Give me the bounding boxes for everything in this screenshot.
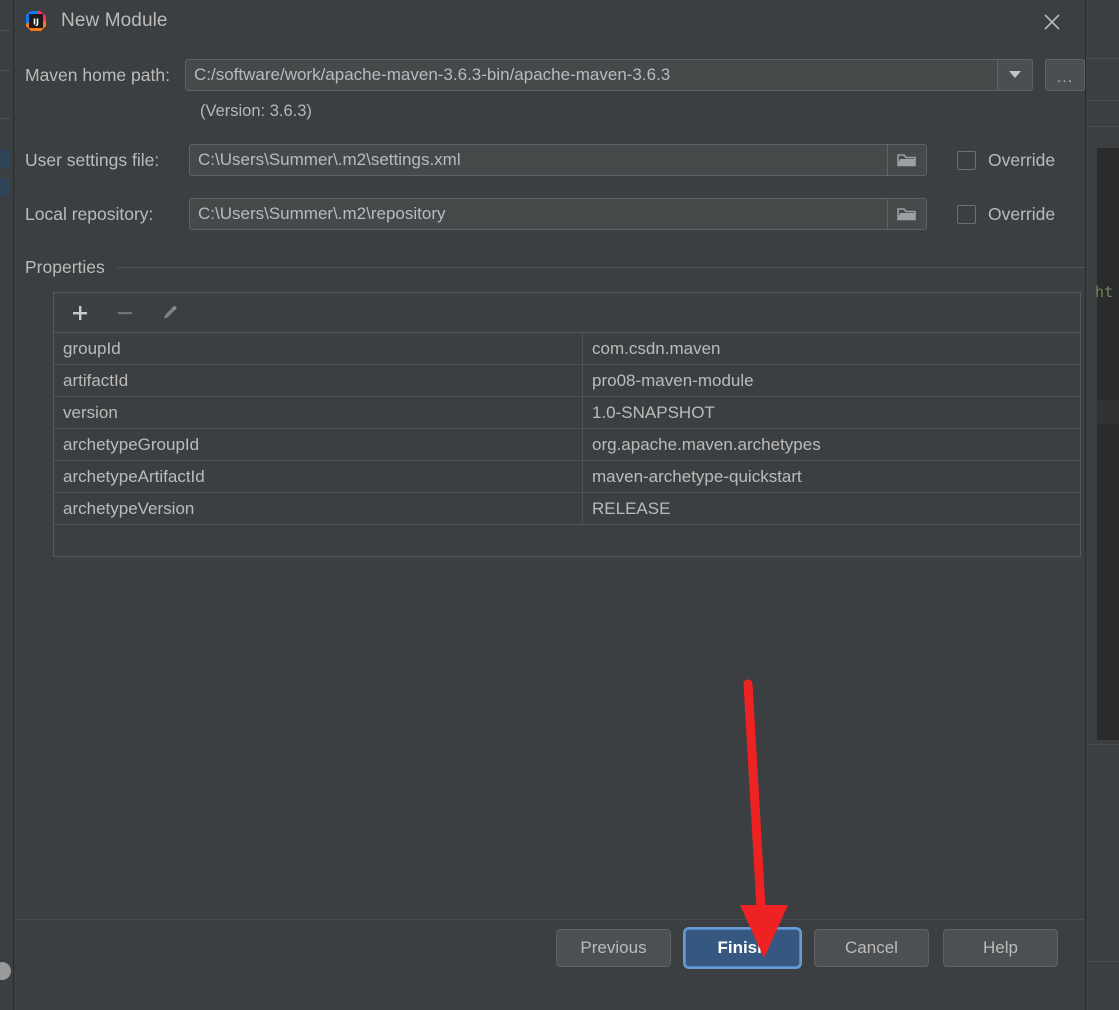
properties-table: groupId com.csdn.maven artifactId pro08-…: [54, 333, 1080, 556]
properties-section-title: Properties: [25, 257, 105, 277]
ide-left-divider-1: [1, 30, 10, 31]
user-settings-override-toggle[interactable]: Override: [957, 150, 1055, 171]
svg-text:IJ: IJ: [33, 17, 39, 26]
property-key[interactable]: archetypeArtifactId: [54, 460, 583, 493]
local-repository-row: Local repository: C:\Users\Summer\.m2\re…: [14, 198, 1085, 230]
folder-icon[interactable]: [887, 199, 926, 229]
maven-home-path-input[interactable]: C:/software/work/apache-maven-3.6.3-bin/…: [185, 59, 998, 91]
property-key[interactable]: version: [54, 396, 583, 429]
property-value[interactable]: 1.0-SNAPSHOT: [582, 396, 1080, 429]
minus-icon: [112, 300, 138, 326]
maven-version-note: (Version: 3.6.3): [200, 102, 312, 120]
user-settings-file-value: C:\Users\Summer\.m2\settings.xml: [198, 150, 461, 169]
local-repository-override-label: Override: [988, 203, 1056, 224]
ide-right-divider-3: [1085, 126, 1119, 127]
table-row[interactable]: archetypeArtifactId maven-archetype-quic…: [54, 460, 1080, 493]
ide-left-tab-1[interactable]: [0, 150, 10, 168]
close-icon[interactable]: [1039, 9, 1065, 35]
local-repository-override-checkbox[interactable]: [957, 204, 976, 224]
table-row[interactable]: archetypeGroupId org.apache.maven.archet…: [54, 428, 1080, 461]
pencil-icon: [157, 300, 183, 326]
chevron-down-icon[interactable]: [998, 59, 1033, 91]
help-button[interactable]: Help: [943, 929, 1058, 967]
property-value[interactable]: RELEASE: [582, 492, 1080, 525]
ide-right-divider-4: [1085, 744, 1119, 745]
new-module-dialog: IJ New Module Maven home path: C:/softwa…: [14, 0, 1085, 1010]
cancel-button[interactable]: Cancel: [814, 929, 929, 967]
table-row[interactable]: archetypeVersion RELEASE: [54, 492, 1080, 525]
dialog-title-bar: IJ New Module: [14, 0, 1085, 41]
previous-button[interactable]: Previous: [556, 929, 671, 967]
folder-icon[interactable]: [887, 145, 926, 175]
ide-editor-highlight-line: [1097, 400, 1119, 424]
properties-table-body: groupId com.csdn.maven artifactId pro08-…: [54, 333, 1080, 556]
properties-toolbar: [54, 293, 1080, 333]
ide-left-divider-3: [1, 118, 10, 119]
ide-code-text: ht: [1095, 283, 1114, 301]
local-repository-override-toggle[interactable]: Override: [957, 204, 1055, 225]
ide-left-toolwindow-strip: [0, 0, 15, 1010]
user-settings-override-checkbox[interactable]: [957, 150, 976, 170]
ide-bottom-strip: [1085, 961, 1119, 1010]
properties-panel: groupId com.csdn.maven artifactId pro08-…: [53, 292, 1081, 557]
ide-right-divider-1: [1085, 58, 1119, 59]
ide-right-panel: ht: [1085, 0, 1119, 1010]
ide-editor-background: [1097, 148, 1119, 740]
property-value[interactable]: com.csdn.maven: [582, 333, 1080, 365]
ide-left-tab-2[interactable]: [0, 178, 10, 196]
maven-home-path-label: Maven home path:: [25, 64, 170, 85]
table-empty-area: [54, 525, 1080, 557]
plus-icon[interactable]: [67, 300, 93, 326]
intellij-idea-logo-icon: IJ: [25, 10, 47, 32]
maven-home-path-row: Maven home path: C:/software/work/apache…: [14, 59, 1085, 91]
properties-section-header: Properties: [14, 257, 1085, 278]
property-value[interactable]: maven-archetype-quickstart: [582, 460, 1080, 493]
local-repository-input[interactable]: C:\Users\Summer\.m2\repository: [189, 198, 927, 230]
dialog-button-bar: Previous Finish Cancel Help: [556, 929, 1058, 967]
ide-right-edge-line: [1085, 0, 1086, 1010]
dialog-title: New Module: [61, 9, 168, 31]
maven-settings-form: Maven home path: C:/software/work/apache…: [14, 59, 1085, 557]
finish-button[interactable]: Finish: [685, 929, 800, 967]
property-value[interactable]: org.apache.maven.archetypes: [582, 428, 1080, 461]
property-value[interactable]: pro08-maven-module: [582, 364, 1080, 397]
table-row[interactable]: version 1.0-SNAPSHOT: [54, 396, 1080, 429]
property-key[interactable]: groupId: [54, 333, 583, 365]
table-row[interactable]: artifactId pro08-maven-module: [54, 364, 1080, 397]
local-repository-value: C:\Users\Summer\.m2\repository: [198, 204, 446, 223]
ide-right-divider-2: [1085, 100, 1119, 101]
dialog-footer: Previous Finish Cancel Help: [14, 919, 1085, 1010]
properties-section-divider: [116, 267, 1085, 268]
user-settings-file-input[interactable]: C:\Users\Summer\.m2\settings.xml: [189, 144, 927, 176]
property-key[interactable]: archetypeVersion: [54, 492, 583, 525]
property-key[interactable]: artifactId: [54, 364, 583, 397]
maven-home-browse-button[interactable]: ...: [1045, 59, 1085, 91]
local-repository-label: Local repository:: [25, 203, 154, 224]
ide-status-circle-icon: [0, 962, 11, 980]
table-row[interactable]: groupId com.csdn.maven: [54, 333, 1080, 365]
property-key[interactable]: archetypeGroupId: [54, 428, 583, 461]
user-settings-file-label: User settings file:: [25, 149, 160, 170]
user-settings-file-row: User settings file: C:\Users\Summer\.m2\…: [14, 144, 1085, 176]
user-settings-override-label: Override: [988, 149, 1056, 170]
ide-left-divider-2: [1, 70, 10, 71]
table-filler-left: [54, 525, 583, 557]
table-filler-right: [583, 525, 1081, 557]
